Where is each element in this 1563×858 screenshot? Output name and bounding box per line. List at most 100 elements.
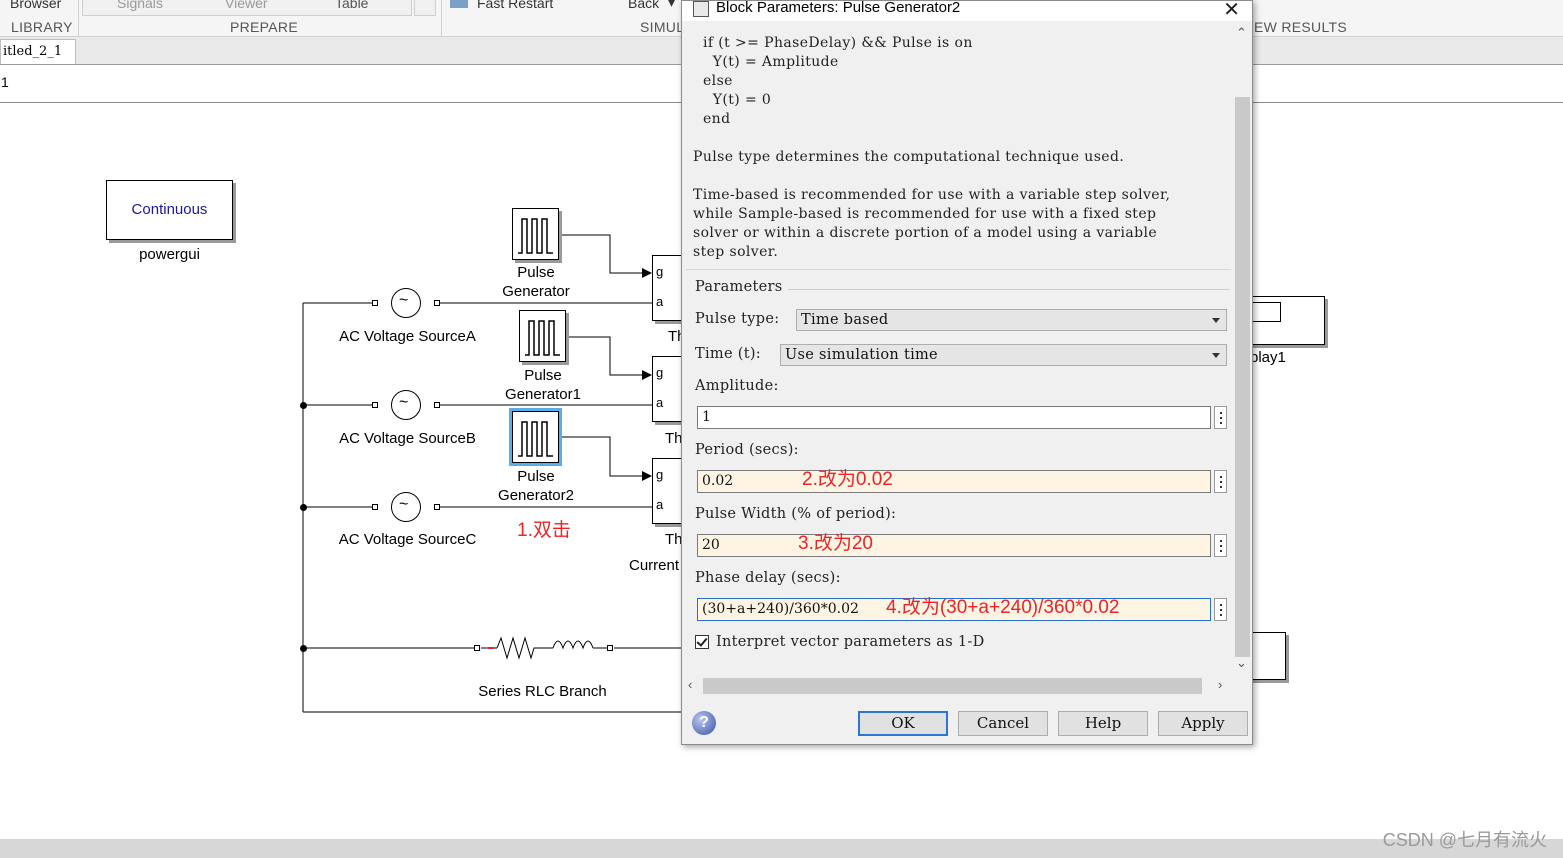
group-border xyxy=(788,289,1230,290)
description-line: if (t >= PhaseDelay) && Pulse is on xyxy=(703,35,973,51)
phase-delay-input[interactable]: (30+a+240)/360*0.02 4.改为(30+a+240)/360*0… xyxy=(697,597,1211,621)
thyristor-c-label: Th xyxy=(665,531,683,548)
thyristor-b-label: Th xyxy=(665,430,683,447)
pulse-width-annotation: 3.改为20 xyxy=(798,533,873,554)
pulse-width-options-button[interactable] xyxy=(1214,534,1227,557)
source-b-port-right xyxy=(434,402,440,408)
junction-dot xyxy=(300,645,307,652)
pulse-generator2-label: Pulse Generator2 xyxy=(486,467,586,505)
thyristor-c-block[interactable]: g a xyxy=(652,458,682,524)
horizontal-scroll-thumb[interactable] xyxy=(703,678,1202,694)
library-browser-button[interactable]: Browser xyxy=(10,0,61,11)
ac-voltage-source-c-block[interactable]: ~ xyxy=(391,492,421,522)
signals-button[interactable]: Signals xyxy=(117,0,163,11)
section-simulate: SIMUL xyxy=(640,19,685,35)
pulse-type-select[interactable]: Time based xyxy=(796,309,1227,331)
thyristor-a-block[interactable]: g a xyxy=(652,255,682,321)
block-parameters-dialog: Block Parameters: Pulse Generator2 ✕ if … xyxy=(681,0,1253,745)
ok-button[interactable]: OK xyxy=(858,711,948,736)
amplitude-value: 1 xyxy=(702,409,711,425)
model-path[interactable]: 1 xyxy=(1,74,9,90)
period-options-button[interactable] xyxy=(1214,470,1227,493)
pulse-width-input[interactable]: 20 3.改为20 xyxy=(697,533,1211,557)
apply-button[interactable]: Apply xyxy=(1158,711,1248,736)
amplitude-options-button[interactable] xyxy=(1214,406,1227,429)
rlc-port-left xyxy=(474,645,480,651)
source-a-port-left xyxy=(372,300,378,306)
scroll-down-icon[interactable]: ⌄ xyxy=(1236,655,1247,671)
source-c-port-right xyxy=(434,504,440,510)
cancel-button[interactable]: Cancel xyxy=(958,711,1048,736)
sine-wave-icon: ~ xyxy=(399,496,409,513)
series-rlc-branch-label: Series RLC Branch xyxy=(478,683,607,700)
fast-restart-button[interactable]: Fast Restart xyxy=(477,0,553,11)
model-tab[interactable]: itled_2_1 xyxy=(0,39,76,64)
close-icon[interactable]: ✕ xyxy=(1223,0,1240,22)
thyristor-gate-port: g xyxy=(656,365,664,380)
step-back-button[interactable]: Back xyxy=(628,0,659,11)
pulse-generator-block[interactable] xyxy=(512,208,559,260)
amplitude-input[interactable]: 1 xyxy=(697,406,1211,429)
period-label: Period (secs): xyxy=(695,442,799,458)
step-back-dropdown-icon[interactable]: ▾ xyxy=(668,0,675,11)
pulse-generator2-block[interactable] xyxy=(509,408,562,466)
help-button[interactable]: Help xyxy=(1058,711,1148,736)
time-label: Time (t): xyxy=(695,346,761,362)
scroll-left-icon[interactable]: ‹ xyxy=(688,677,692,692)
table-button[interactable]: Table xyxy=(335,0,368,11)
ac-voltage-source-a-label: AC Voltage SourceA xyxy=(339,328,476,345)
chevron-down-icon xyxy=(1212,318,1220,323)
description-line: solver or within a discrete portion of a… xyxy=(693,225,1158,241)
pulse-waveform-icon xyxy=(518,218,553,254)
chevron-down-icon xyxy=(1212,353,1220,358)
help-icon[interactable]: ? xyxy=(692,711,716,735)
vertical-scrollbar[interactable]: ⌃ ⌄ xyxy=(1233,25,1251,677)
interpret-vector-checkbox[interactable] xyxy=(695,635,709,649)
pulse-generator-label-line2: Generator xyxy=(502,283,570,300)
time-value: Use simulation time xyxy=(785,347,938,363)
divider xyxy=(686,269,1231,270)
dialog-title-bar[interactable]: Block Parameters: Pulse Generator2 ✕ xyxy=(682,0,1252,22)
gallery-expand-button[interactable] xyxy=(414,0,436,16)
section-library: LIBRARY xyxy=(11,19,73,35)
description-line: Time-based is recommended for use with a… xyxy=(693,187,1171,203)
amplitude-label: Amplitude: xyxy=(695,378,779,394)
ac-voltage-source-a-block[interactable]: ~ xyxy=(391,288,421,318)
period-annotation: 2.改为0.02 xyxy=(802,469,893,490)
ac-voltage-source-b-block[interactable]: ~ xyxy=(391,390,421,420)
thyristor-b-block[interactable]: g a xyxy=(652,356,682,422)
source-c-port-left xyxy=(372,504,378,510)
section-review-results: EW RESULTS xyxy=(1254,19,1347,35)
time-select[interactable]: Use simulation time xyxy=(780,344,1227,366)
status-bar xyxy=(0,839,1563,858)
pulse-generator1-label: Pulse Generator1 xyxy=(493,366,593,404)
pulse-generator2-label-line2: Generator2 xyxy=(498,487,574,504)
thyristor-anode-port: a xyxy=(656,294,664,309)
scroll-up-icon[interactable]: ⌃ xyxy=(1236,25,1247,41)
vertical-scroll-thumb[interactable] xyxy=(1235,97,1250,657)
source-b-port-left xyxy=(372,402,378,408)
powergui-label: powergui xyxy=(139,246,200,263)
current-label: Current xyxy=(629,557,680,574)
thyristor-anode-port: a xyxy=(656,497,664,512)
description-line: end xyxy=(703,111,731,127)
viewer-button[interactable]: Viewer xyxy=(225,0,268,11)
horizontal-scrollbar[interactable]: ‹ › xyxy=(686,677,1231,695)
pulse-type-value: Time based xyxy=(801,312,889,328)
period-input[interactable]: 0.02 2.改为0.02 xyxy=(697,469,1211,493)
pulse-generator1-block[interactable] xyxy=(519,310,566,362)
scroll-right-icon[interactable]: › xyxy=(1218,677,1222,692)
period-value: 0.02 xyxy=(702,473,734,489)
parameters-heading: Parameters xyxy=(695,279,783,295)
ac-voltage-source-b-label: AC Voltage SourceB xyxy=(339,430,476,447)
interpret-vector-label: Interpret vector parameters as 1-D xyxy=(716,634,985,650)
pulse-generator-label: Pulse Generator xyxy=(486,263,586,301)
powergui-block[interactable]: Continuous xyxy=(106,180,233,240)
junction-dot xyxy=(300,504,307,511)
prepare-gallery[interactable]: Signals Viewer Table xyxy=(82,0,412,16)
description-line: step solver. xyxy=(693,244,779,260)
phase-delay-options-button[interactable] xyxy=(1214,598,1227,621)
pulse-width-label: Pulse Width (% of period): xyxy=(695,506,897,522)
phase-delay-value: (30+a+240)/360*0.02 xyxy=(702,601,859,617)
thyristor-anode-port: a xyxy=(656,395,664,410)
